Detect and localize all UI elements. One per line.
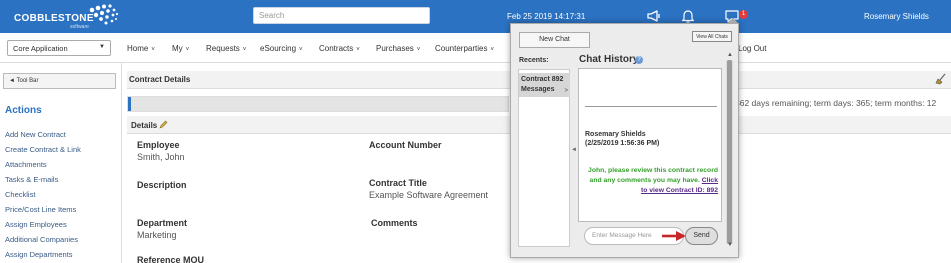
nav-counterparties[interactable]: Counterparties ˅	[435, 44, 494, 53]
contract-title-value: Example Software Agreement	[369, 190, 489, 200]
page-title: Contract Details	[129, 75, 191, 84]
department-value: Marketing	[137, 230, 177, 240]
chevron-down-icon: ˅	[242, 47, 247, 53]
top-bar: COBBLESTONE software Search Feb 25 2019 …	[0, 0, 951, 33]
message-body: John, please review this contract record…	[588, 167, 718, 194]
action-tasks-emails[interactable]: Tasks & E-mails	[5, 175, 58, 184]
application-select-value: Core Application	[13, 44, 68, 53]
account-number-label: Account Number	[369, 140, 442, 150]
bell-icon[interactable]	[680, 8, 696, 24]
chevron-down-icon: ▼	[99, 44, 105, 50]
brand-name: COBBLESTONE	[14, 13, 94, 24]
search-input[interactable]: Search	[253, 7, 430, 24]
nav-purchases[interactable]: Purchases ˅	[376, 44, 420, 53]
chat-history-panel: Rosemary Shields (2/25/2019 1:56:36 PM) …	[578, 68, 722, 222]
nav-my[interactable]: My ˅	[172, 44, 189, 53]
contract-term-text: 362 days remaining; term days: 365; term…	[735, 98, 937, 108]
scroll-down-icon[interactable]: ▼	[727, 242, 733, 248]
details-label: Details	[131, 120, 168, 130]
contract-term-progress-bar	[127, 96, 509, 112]
employee-label: Employee	[137, 140, 180, 150]
comments-label: Comments	[371, 218, 418, 228]
progress-fill	[128, 97, 131, 111]
chevron-down-icon: ˅	[416, 47, 421, 53]
chat-scrollbar[interactable]	[726, 60, 733, 244]
action-additional-companies[interactable]: Additional Companies	[5, 235, 78, 244]
broom-icon[interactable]	[935, 73, 947, 85]
actions-heading: Actions	[5, 105, 42, 116]
action-price-cost-line-items[interactable]: Price/Cost Line Items	[5, 205, 76, 214]
nav-esourcing[interactable]: eSourcing ˅	[260, 44, 303, 53]
nav-requests[interactable]: Requests ˅	[206, 44, 246, 53]
pencil-icon[interactable]	[159, 120, 168, 129]
new-chat-button[interactable]: New Chat	[519, 32, 590, 48]
recent-chat-item[interactable]: Contract 892 Messages >	[519, 73, 570, 97]
chevron-down-icon: ˅	[490, 47, 494, 53]
toolbar-toggle-button[interactable]: ◄ Tool Bar	[3, 73, 116, 89]
chevron-down-icon: ˅	[299, 47, 303, 53]
chat-popup: New Chat View All Chats Recents: Contrac…	[510, 18, 739, 258]
chevron-down-icon: ˅	[185, 47, 190, 53]
action-assign-departments[interactable]: Assign Departments	[5, 250, 73, 259]
chevron-right-icon: >	[564, 88, 568, 94]
application-select[interactable]: Core Application ▼	[7, 40, 111, 56]
scroll-up-icon[interactable]: ▲	[727, 52, 733, 58]
nav-bar: Core Application ▼ Home ˅ My ˅ Requests ˅ e…	[0, 33, 951, 63]
employee-value: Smith, John	[137, 152, 185, 162]
notification-badge: 1	[739, 10, 748, 19]
megaphone-icon[interactable]	[646, 8, 662, 24]
scrollbar-thumb[interactable]	[727, 60, 732, 244]
current-datetime: Feb 25 2019 14:17:31	[507, 12, 586, 21]
nav-home[interactable]: Home ˅	[127, 44, 155, 53]
nav-logout[interactable]: Log Out	[738, 44, 766, 53]
popup-pointer	[727, 18, 739, 24]
contract-title-label: Contract Title	[369, 178, 427, 188]
action-checklist[interactable]: Checklist	[5, 190, 35, 199]
chevron-down-icon: ˅	[356, 47, 360, 53]
left-sidebar: ◄ Tool Bar Actions Add New Contract Crea…	[0, 63, 122, 263]
action-attachments[interactable]: Attachments	[5, 160, 47, 169]
chevron-down-icon: ˅	[151, 47, 155, 53]
action-create-contract-link[interactable]: Create Contract & Link	[5, 145, 81, 154]
nav-contracts[interactable]: Contracts ˅	[319, 44, 360, 53]
view-all-chats-button[interactable]: View All Chats	[692, 31, 732, 42]
department-label: Department	[137, 218, 188, 228]
divider	[585, 106, 717, 107]
brand-sub: software	[70, 24, 89, 30]
collapse-arrow-icon[interactable]: ◄	[571, 147, 577, 153]
red-arrow-icon	[662, 231, 686, 241]
reference-mou-label: Reference MOU	[137, 255, 205, 263]
send-button[interactable]: Send	[685, 227, 718, 245]
cobblestone-logo[interactable]: COBBLESTONE software	[6, 4, 126, 30]
help-icon[interactable]: ?	[635, 56, 643, 64]
user-name[interactable]: Rosemary Shields	[864, 12, 929, 21]
message-timestamp: (2/25/2019 1:56:36 PM)	[585, 140, 660, 147]
message-author: Rosemary Shields	[585, 131, 646, 138]
chat-history-title: Chat History	[579, 54, 639, 65]
recents-label: Recents:	[519, 57, 549, 64]
description-label: Description	[137, 180, 187, 190]
action-add-new-contract[interactable]: Add New Contract	[5, 130, 66, 139]
action-assign-employees[interactable]: Assign Employees	[5, 220, 67, 229]
